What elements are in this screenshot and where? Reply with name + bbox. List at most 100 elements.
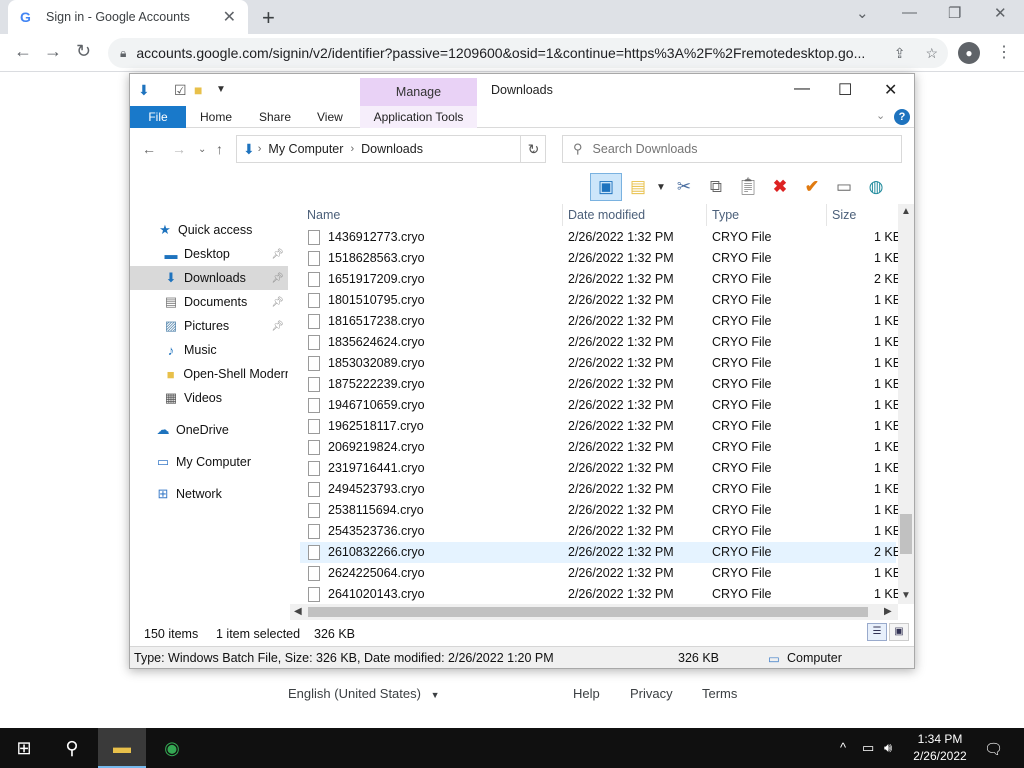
start-windows-icon[interactable]: ⊞ bbox=[0, 728, 48, 768]
file-row[interactable]: 2610832266.cryo 2/26/2022 1:32 PM CRYO Fil… bbox=[300, 542, 901, 563]
file-row[interactable]: 1801510795.cryo 2/26/2022 1:32 PM CRYO Fil… bbox=[300, 290, 901, 311]
file-row[interactable]: 1816517238.cryo 2/26/2022 1:32 PM CRYO Fil… bbox=[300, 311, 901, 332]
file-row[interactable]: 2624225064.cryo 2/26/2022 1:32 PM CRYO Fil… bbox=[300, 563, 901, 584]
file-row[interactable]: 2543523736.cryo 2/26/2022 1:32 PM CRYO Fil… bbox=[300, 521, 901, 542]
new-item-dropdown-icon[interactable]: ▼ bbox=[654, 173, 668, 201]
file-row[interactable]: 2641020143.cryo 2/26/2022 1:32 PM CRYO Fil… bbox=[300, 584, 901, 604]
back-icon[interactable]: ← bbox=[14, 41, 32, 62]
taskbar-clock[interactable]: 1:34 PM 2/26/2022 bbox=[904, 731, 976, 765]
cut-icon[interactable]: ✂ bbox=[668, 173, 700, 201]
explorer-close-icon[interactable]: ✕ bbox=[884, 80, 897, 100]
horizontal-scrollbar[interactable]: ◀ ▶ bbox=[290, 604, 898, 620]
file-row[interactable]: 2538115694.cryo 2/26/2022 1:32 PM CRYO Fil… bbox=[300, 500, 901, 521]
customize-qat-icon[interactable]: ▼ bbox=[216, 84, 226, 95]
paste-icon[interactable]: 📋︎ bbox=[732, 173, 764, 201]
minimize-icon[interactable]: — bbox=[902, 4, 917, 21]
column-header-size[interactable]: Size bbox=[832, 204, 856, 226]
new-tab-button[interactable]: + bbox=[262, 5, 275, 31]
scroll-down-icon[interactable]: ▼ bbox=[901, 590, 911, 601]
breadcrumb-my-computer[interactable]: My Computer bbox=[268, 142, 343, 156]
manage-tab[interactable]: Manage bbox=[360, 78, 477, 106]
nav-open-shell[interactable]: ■ Open-Shell Modern bbox=[130, 362, 288, 386]
tab-file[interactable]: File bbox=[130, 106, 186, 128]
browser-tab[interactable]: G Sign in - Google Accounts ✕ bbox=[8, 0, 248, 34]
search-box[interactable]: ⚲ bbox=[562, 135, 902, 163]
column-divider[interactable] bbox=[706, 204, 707, 226]
explorer-maximize-icon[interactable]: ☐ bbox=[838, 80, 852, 100]
tab-search-icon[interactable]: ⌄ bbox=[856, 4, 869, 22]
help-link[interactable]: Help bbox=[573, 686, 600, 701]
file-row[interactable]: 1875222239.cryo 2/26/2022 1:32 PM CRYO Fil… bbox=[300, 374, 901, 395]
vertical-scroll-thumb[interactable] bbox=[900, 514, 912, 554]
privacy-link[interactable]: Privacy bbox=[630, 686, 673, 701]
bookmark-star-icon[interactable]: ☆ bbox=[925, 45, 938, 62]
terms-link[interactable]: Terms bbox=[702, 686, 737, 701]
nav-documents[interactable]: ▤ Documents 📌︎ bbox=[130, 290, 288, 314]
nav-videos[interactable]: ▦ Videos bbox=[130, 386, 288, 410]
profile-avatar-icon[interactable]: ● bbox=[958, 42, 980, 64]
copy-icon[interactable]: ⧉ bbox=[700, 173, 732, 201]
tab-application-tools[interactable]: Application Tools bbox=[360, 106, 477, 128]
tab-home[interactable]: Home bbox=[200, 106, 232, 128]
file-row[interactable]: 1835624624.cryo 2/26/2022 1:32 PM CRYO Fil… bbox=[300, 332, 901, 353]
reload-icon[interactable]: ↻ bbox=[76, 41, 91, 62]
tab-view[interactable]: View bbox=[317, 106, 343, 128]
scroll-up-icon[interactable]: ▲ bbox=[901, 206, 911, 217]
explorer-address-bar[interactable]: ⬇ › My Computer › Downloads ⌄ bbox=[236, 135, 546, 163]
chrome-taskbar-icon[interactable]: ◉ bbox=[148, 728, 196, 768]
details-view-icon[interactable]: ☰ bbox=[867, 623, 887, 641]
column-header-type[interactable]: Type bbox=[712, 204, 739, 226]
nav-music[interactable]: ♪ Music bbox=[130, 338, 288, 362]
close-icon[interactable]: ✕ bbox=[994, 4, 1007, 22]
restore-icon[interactable]: ❐ bbox=[948, 4, 961, 22]
refresh-icon[interactable]: ↻ bbox=[520, 135, 546, 163]
nav-pictures[interactable]: ▨ Pictures 📌︎ bbox=[130, 314, 288, 338]
language-selector[interactable]: English (United States) ▼ bbox=[288, 686, 440, 701]
search-icon[interactable]: ⚲ bbox=[48, 728, 96, 768]
file-row[interactable]: 2494523793.cryo 2/26/2022 1:32 PM CRYO Fil… bbox=[300, 479, 901, 500]
share-icon[interactable]: ⇪ bbox=[894, 45, 906, 62]
explorer-minimize-icon[interactable]: — bbox=[794, 80, 810, 98]
search-input[interactable] bbox=[592, 142, 883, 156]
network-tray-icon[interactable]: ▭ bbox=[862, 740, 874, 756]
expand-ribbon-icon[interactable]: ⌄ bbox=[876, 109, 885, 122]
file-row[interactable]: 1853032089.cryo 2/26/2022 1:32 PM CRYO Fil… bbox=[300, 353, 901, 374]
large-icons-view-icon[interactable]: ▣ bbox=[889, 623, 909, 641]
file-row[interactable]: 1436912773.cryo 2/26/2022 1:32 PM CRYO Fil… bbox=[300, 227, 901, 248]
column-header-name[interactable]: Name bbox=[307, 204, 340, 226]
scroll-right-icon[interactable]: ▶ bbox=[884, 606, 892, 617]
properties-icon[interactable]: ☑ bbox=[174, 82, 187, 99]
address-bar[interactable]: 🔒︎ accounts.google.com/signin/v2/identif… bbox=[108, 38, 948, 68]
nav-desktop[interactable]: ▬ Desktop 📌︎ bbox=[130, 242, 288, 266]
scroll-left-icon[interactable]: ◀ bbox=[294, 606, 302, 617]
check-icon[interactable]: ✔ bbox=[796, 173, 828, 201]
tab-close-icon[interactable]: ✕ bbox=[223, 7, 236, 27]
notifications-icon[interactable]: 🗨︎ bbox=[984, 740, 1003, 758]
browser-menu-icon[interactable]: ⋮ bbox=[996, 42, 1012, 62]
volume-icon[interactable]: 🔊︎ bbox=[884, 740, 892, 756]
up-icon[interactable]: ↑ bbox=[216, 141, 223, 157]
column-divider[interactable] bbox=[562, 204, 563, 226]
recent-locations-icon[interactable]: ⌄ bbox=[198, 144, 206, 155]
file-explorer-taskbar-icon[interactable]: ▬ bbox=[98, 728, 146, 768]
show-hidden-icons-icon[interactable]: ^ bbox=[840, 740, 846, 755]
nav-onedrive[interactable]: ☁ OneDrive bbox=[130, 418, 288, 442]
file-row[interactable]: 2069219824.cryo 2/26/2022 1:32 PM CRYO Fil… bbox=[300, 437, 901, 458]
forward-icon[interactable]: → bbox=[44, 41, 62, 62]
column-header-date[interactable]: Date modified bbox=[568, 204, 645, 226]
preview-pane-icon[interactable]: ▣ bbox=[590, 173, 622, 201]
delete-icon[interactable]: ✖ bbox=[764, 173, 796, 201]
nav-network[interactable]: ⊞ Network bbox=[130, 482, 288, 506]
new-folder-icon[interactable]: ▤ bbox=[622, 173, 654, 201]
file-row[interactable]: 1651917209.cryo 2/26/2022 1:32 PM CRYO Fil… bbox=[300, 269, 901, 290]
file-row[interactable]: 1962518117.cryo 2/26/2022 1:32 PM CRYO Fil… bbox=[300, 416, 901, 437]
back-icon[interactable]: ← bbox=[142, 141, 156, 157]
nav-downloads[interactable]: ⬇ Downloads 📌︎ bbox=[130, 266, 288, 290]
file-row[interactable]: 1946710659.cryo 2/26/2022 1:32 PM CRYO Fil… bbox=[300, 395, 901, 416]
globe-icon[interactable]: ◍ bbox=[860, 173, 892, 201]
column-divider[interactable] bbox=[826, 204, 827, 226]
nav-quick-access[interactable]: ★ Quick access bbox=[130, 218, 288, 242]
rename-icon[interactable]: ▭ bbox=[828, 173, 860, 201]
tab-share[interactable]: Share bbox=[259, 106, 291, 128]
breadcrumb-downloads[interactable]: Downloads bbox=[361, 142, 423, 156]
